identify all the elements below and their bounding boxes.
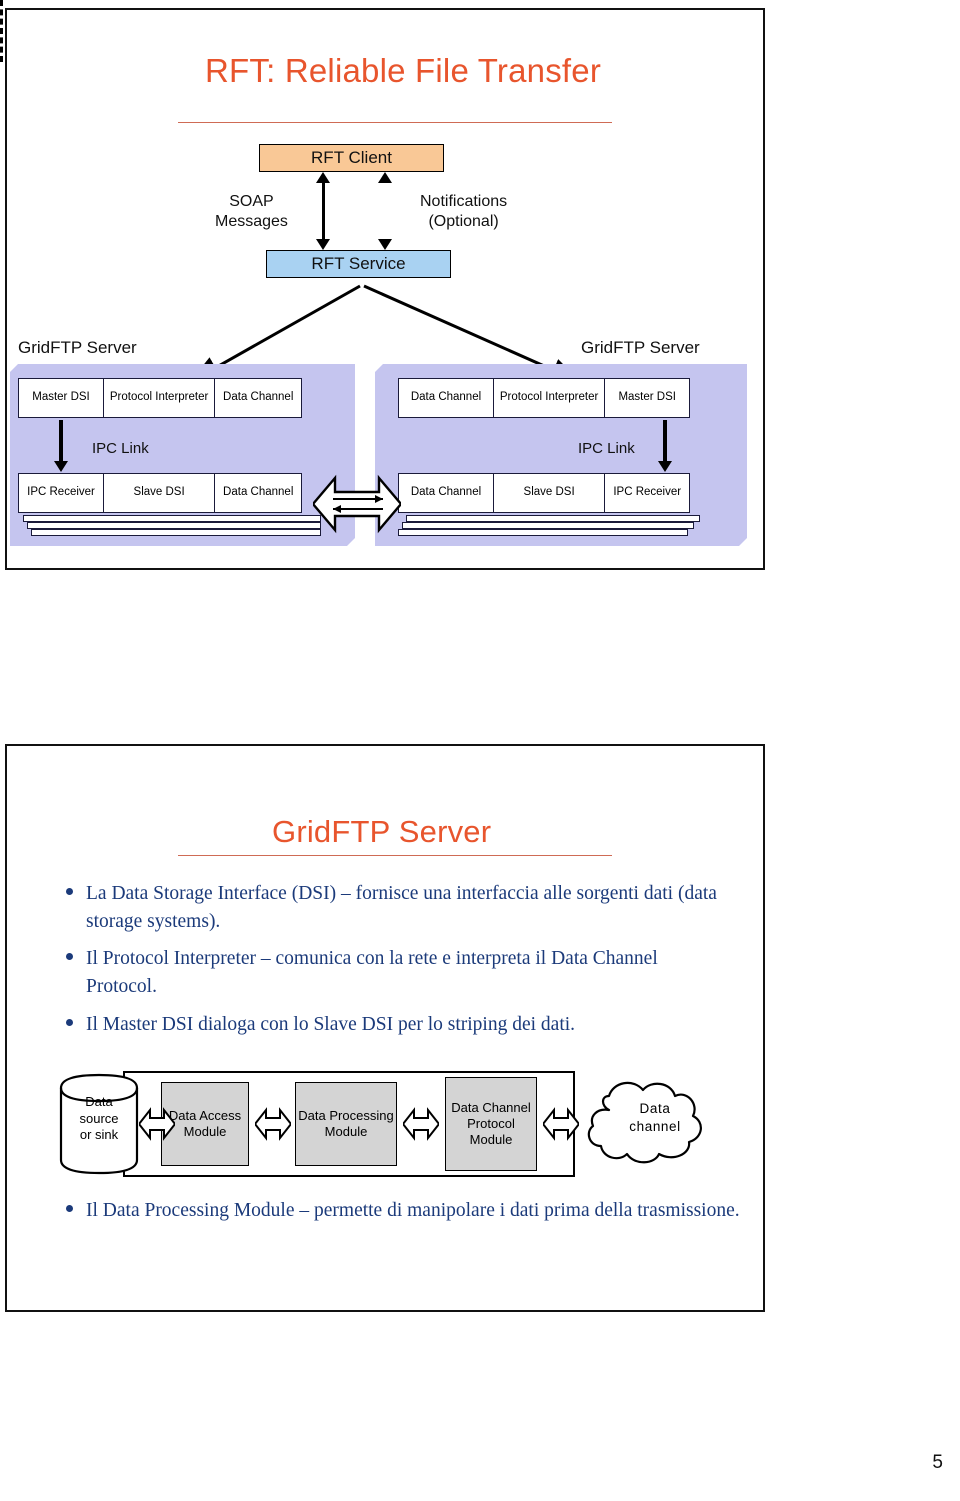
slide-title-gridftp: GridFTP Server bbox=[272, 814, 492, 849]
cell-slave-dsi-right: Slave DSI bbox=[492, 473, 606, 513]
list-item: Il Master DSI dialoga con lo Slave DSI p… bbox=[60, 1011, 720, 1039]
gridftp-left-bottom-row: IPC Receiver Slave DSI Data Channel bbox=[18, 473, 303, 513]
title-divider-rft bbox=[178, 122, 612, 123]
cell-label: Slave DSI bbox=[133, 486, 185, 499]
cell-ipc-receiver-right: IPC Receiver bbox=[604, 473, 691, 513]
stack-line-left-3 bbox=[31, 529, 321, 536]
cell-data-channel-right-bottom: Data Channel bbox=[398, 473, 494, 513]
cell-protocol-interpreter-right: Protocol Interpreter bbox=[492, 378, 606, 418]
cell-label: Data Channel bbox=[223, 486, 294, 499]
gridftp-server-left-caption: GridFTP Server bbox=[18, 338, 137, 357]
bullet-dot-icon bbox=[66, 888, 73, 895]
list-item: Il Data Processing Module – permette di … bbox=[60, 1197, 740, 1225]
data-source-line3: or sink bbox=[79, 1127, 119, 1143]
bullet-text: Il Protocol Interpreter – comunica con l… bbox=[86, 948, 658, 998]
bullet-dot-icon bbox=[66, 953, 73, 961]
notifications-arrow-shaft bbox=[0, 0, 3, 62]
notifications-label: Notifications (Optional) bbox=[420, 192, 507, 232]
cell-label: IPC Receiver bbox=[613, 486, 682, 499]
data-channel-protocol-module-box: Data Channel Protocol Module bbox=[445, 1077, 537, 1171]
bullet-text: Il Master DSI dialoga con lo Slave DSI p… bbox=[86, 1013, 576, 1035]
stack-line-right-2 bbox=[402, 522, 694, 529]
cell-data-channel-right-top: Data Channel bbox=[398, 378, 494, 418]
bullet-text: La Data Storage Interface (DSI) – fornis… bbox=[86, 883, 717, 932]
cell-protocol-interpreter-left: Protocol Interpreter bbox=[102, 378, 216, 418]
cell-label: Protocol Interpreter bbox=[499, 391, 599, 404]
cell-label: Master DSI bbox=[32, 391, 90, 404]
stack-line-left-2 bbox=[27, 522, 321, 529]
final-bullet-list: Il Data Processing Module – permette di … bbox=[60, 1197, 740, 1235]
soap-arrow-head-up bbox=[316, 172, 330, 183]
notifications-arrow-head-up bbox=[378, 172, 392, 183]
slide-title-rft: RFT: Reliable File Transfer bbox=[205, 52, 602, 89]
module-label: Data Processing Module bbox=[298, 1108, 394, 1139]
cell-label: Data Channel bbox=[410, 486, 482, 499]
ipc-link-label-left: IPC Link bbox=[92, 440, 149, 457]
connector-arrow-2 bbox=[255, 1107, 291, 1141]
data-channel-block-arrow bbox=[313, 474, 401, 534]
cell-label: Data Channel bbox=[223, 391, 294, 404]
soap-arrow-head-down bbox=[316, 239, 330, 250]
soap-arrow-shaft bbox=[322, 181, 325, 243]
rft-client-box: RFT Client bbox=[259, 144, 444, 172]
gridftp-server-right-caption: GridFTP Server bbox=[581, 338, 700, 357]
cell-label: Slave DSI bbox=[523, 486, 575, 499]
cell-data-channel-left-top: Data Channel bbox=[214, 378, 303, 418]
bullet-dot-icon bbox=[66, 1205, 73, 1212]
data-processing-module-box: Data Processing Module bbox=[295, 1082, 397, 1166]
stack-line-right-3 bbox=[398, 529, 688, 536]
cell-master-dsi-left: Master DSI bbox=[18, 378, 104, 418]
stack-line-right-1 bbox=[406, 515, 700, 522]
connector-arrow-1 bbox=[139, 1107, 175, 1141]
gridftp-right-top-row: Data Channel Protocol Interpreter Master… bbox=[398, 378, 691, 418]
cell-master-dsi-right: Master DSI bbox=[604, 378, 691, 418]
connector-arrow-4 bbox=[543, 1107, 579, 1141]
gridftp-left-top-row: Master DSI Protocol Interpreter Data Cha… bbox=[18, 378, 303, 418]
bullet-list: La Data Storage Interface (DSI) – fornis… bbox=[60, 880, 720, 1048]
ipc-link-arrow-left bbox=[54, 420, 68, 472]
data-source-line1: Data bbox=[85, 1094, 113, 1109]
gridftp-right-bottom-row: Data Channel Slave DSI IPC Receiver bbox=[398, 473, 691, 513]
gridftp-module-diagram: Data source or sink Data Access Module D… bbox=[55, 1066, 715, 1182]
cell-label: IPC Receiver bbox=[27, 486, 95, 499]
cell-data-channel-left-bottom: Data Channel bbox=[214, 473, 303, 513]
ipc-link-arrow-right bbox=[658, 420, 672, 472]
page-number: 5 bbox=[932, 1452, 943, 1473]
rft-service-box: RFT Service bbox=[266, 250, 451, 278]
bullet-dot-icon bbox=[66, 1018, 73, 1026]
bullet-text: Il Data Processing Module – permette di … bbox=[86, 1200, 740, 1221]
cell-label: Master DSI bbox=[618, 391, 676, 404]
ipc-link-label-right: IPC Link bbox=[578, 440, 635, 457]
connector-arrow-3 bbox=[403, 1107, 439, 1141]
data-source-label: Data source or sink bbox=[59, 1094, 139, 1144]
notifications-label-line1: Notifications bbox=[420, 193, 508, 210]
cell-label: Protocol Interpreter bbox=[109, 391, 209, 404]
notifications-arrow-head-down bbox=[378, 239, 392, 250]
title-divider-gridftp bbox=[178, 855, 612, 856]
soap-messages-label: SOAP Messages bbox=[215, 192, 288, 232]
cell-slave-dsi-left: Slave DSI bbox=[102, 473, 216, 513]
soap-label-line2: Messages bbox=[215, 213, 288, 230]
cell-label: Data Channel bbox=[410, 391, 482, 404]
data-channel-label: Data channel bbox=[609, 1100, 701, 1135]
list-item: Il Protocol Interpreter – comunica con l… bbox=[60, 945, 720, 1000]
stack-line-left-1 bbox=[23, 515, 321, 522]
list-item: La Data Storage Interface (DSI) – fornis… bbox=[60, 880, 720, 935]
soap-label-line1: SOAP bbox=[229, 193, 274, 210]
data-channel-line1: Data bbox=[639, 1101, 671, 1116]
data-channel-line2: channel bbox=[629, 1118, 681, 1134]
data-source-line2: source bbox=[79, 1110, 119, 1126]
module-label: Data Channel Protocol Module bbox=[451, 1100, 531, 1147]
notifications-label-line2: (Optional) bbox=[428, 213, 499, 230]
cell-ipc-receiver-left: IPC Receiver bbox=[18, 473, 104, 513]
